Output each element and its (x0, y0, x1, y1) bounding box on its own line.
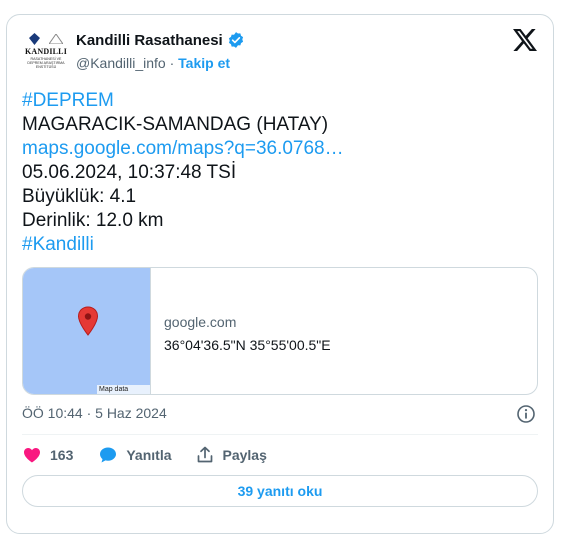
map-thumbnail[interactable]: Map data ©2024 (23, 268, 151, 394)
logo-subtitle: RASATHANESİ VE DEPREM ARAŞTIRMA ENSTİTÜS… (27, 57, 65, 69)
reply-label: Yanıtla (126, 447, 172, 463)
x-logo-icon[interactable] (513, 29, 537, 51)
info-icon[interactable] (516, 404, 536, 424)
map-credit: Map data ©2024 (97, 385, 150, 394)
like-button[interactable]: 163 (22, 445, 73, 465)
link-coordinates: 36°04'36.5"N 35°55'00.5"E (164, 337, 331, 353)
heart-icon (24, 448, 40, 463)
reply-button[interactable]: Yanıtla (98, 445, 172, 465)
share-button[interactable]: Paylaş (195, 445, 267, 465)
hashtag-deprem[interactable]: #DEPREM (22, 89, 344, 113)
read-replies-button[interactable]: 39 yanıtı oku (22, 475, 538, 507)
tweet-datetime-line: 05.06.2024, 10:37:48 TSİ (22, 162, 237, 183)
share-icon (197, 446, 212, 463)
tweet-magnitude-line: Büyüklük: 4.1 (22, 186, 137, 207)
link-domain: google.com (164, 314, 237, 330)
reply-bubble-icon (100, 447, 117, 463)
share-label: Paylaş (222, 447, 267, 463)
action-bar: 163 Yanıtla Paylaş (22, 444, 267, 466)
follow-button[interactable]: Takip et (178, 55, 230, 71)
divider (22, 434, 538, 435)
author-avatar[interactable]: KANDILLI RASATHANESİ VE DEPREM ARAŞTIRMA… (24, 30, 68, 74)
tweet-depth-line: Derinlik: 12.0 km (22, 210, 164, 231)
tweet-timestamp[interactable]: ÖÖ 10:44 · 5 Haz 2024 (22, 405, 167, 421)
tweet-text: #DEPREM MAGARACIK-SAMANDAG (HATAY) maps.… (22, 89, 344, 257)
link-preview-card[interactable]: Map data ©2024 google.com 36°04'36.5"N 3… (22, 267, 538, 395)
map-pin-icon (77, 306, 99, 336)
handle-separator: · (165, 55, 179, 71)
institution-emblem-icon (29, 32, 63, 46)
tweet-location-line: MAGARACIK-SAMANDAG (HATAY) (22, 114, 329, 135)
hashtag-kandilli[interactable]: #Kandilli (22, 233, 344, 257)
author-name[interactable]: Kandilli Rasathanesi (76, 32, 223, 49)
maps-link[interactable]: maps.google.com/maps?q=36.0768… (22, 137, 344, 161)
verified-badge-icon (228, 32, 243, 48)
like-count: 163 (50, 447, 74, 463)
logo-title: KANDILLI (24, 47, 68, 56)
author-handle[interactable]: @Kandilli_info (76, 55, 166, 71)
